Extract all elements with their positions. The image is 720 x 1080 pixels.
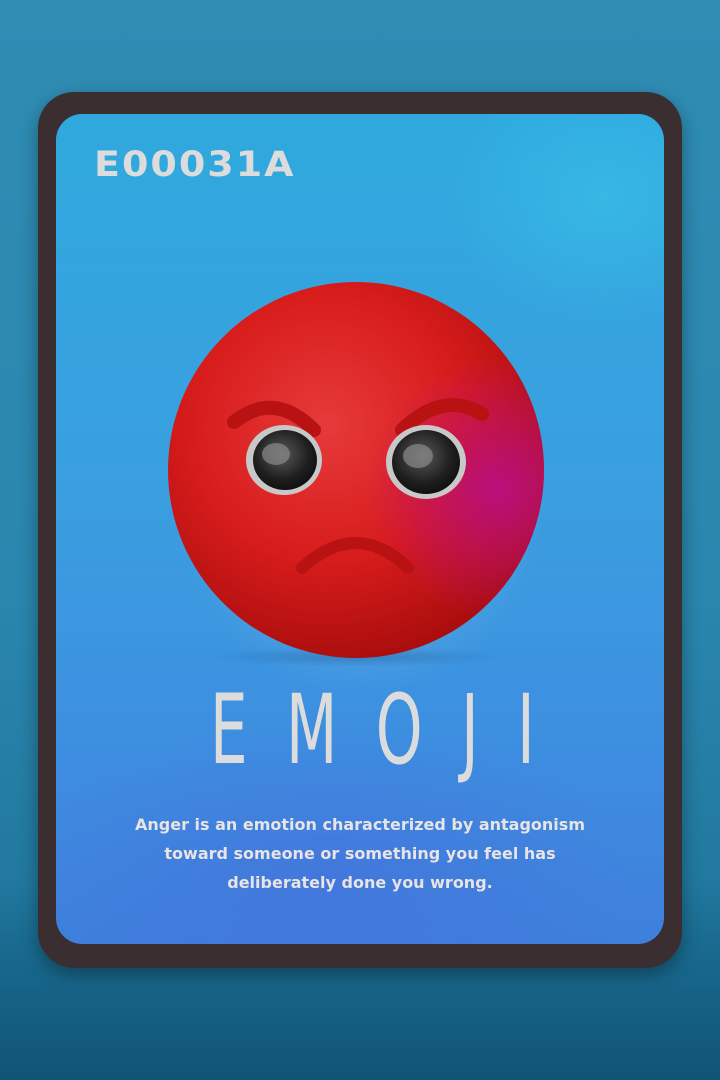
angry-face-icon: [168, 282, 544, 666]
card-description: Anger is an emotion characterized by ant…: [135, 815, 585, 892]
card-frame: E00031A EMOJI Anger is an emotion charac…: [38, 92, 682, 968]
card-code: E00031A: [94, 144, 296, 185]
card-title: EMOJI: [209, 674, 574, 786]
emoji-card: E00031A EMOJI Anger is an emotion charac…: [56, 114, 664, 944]
